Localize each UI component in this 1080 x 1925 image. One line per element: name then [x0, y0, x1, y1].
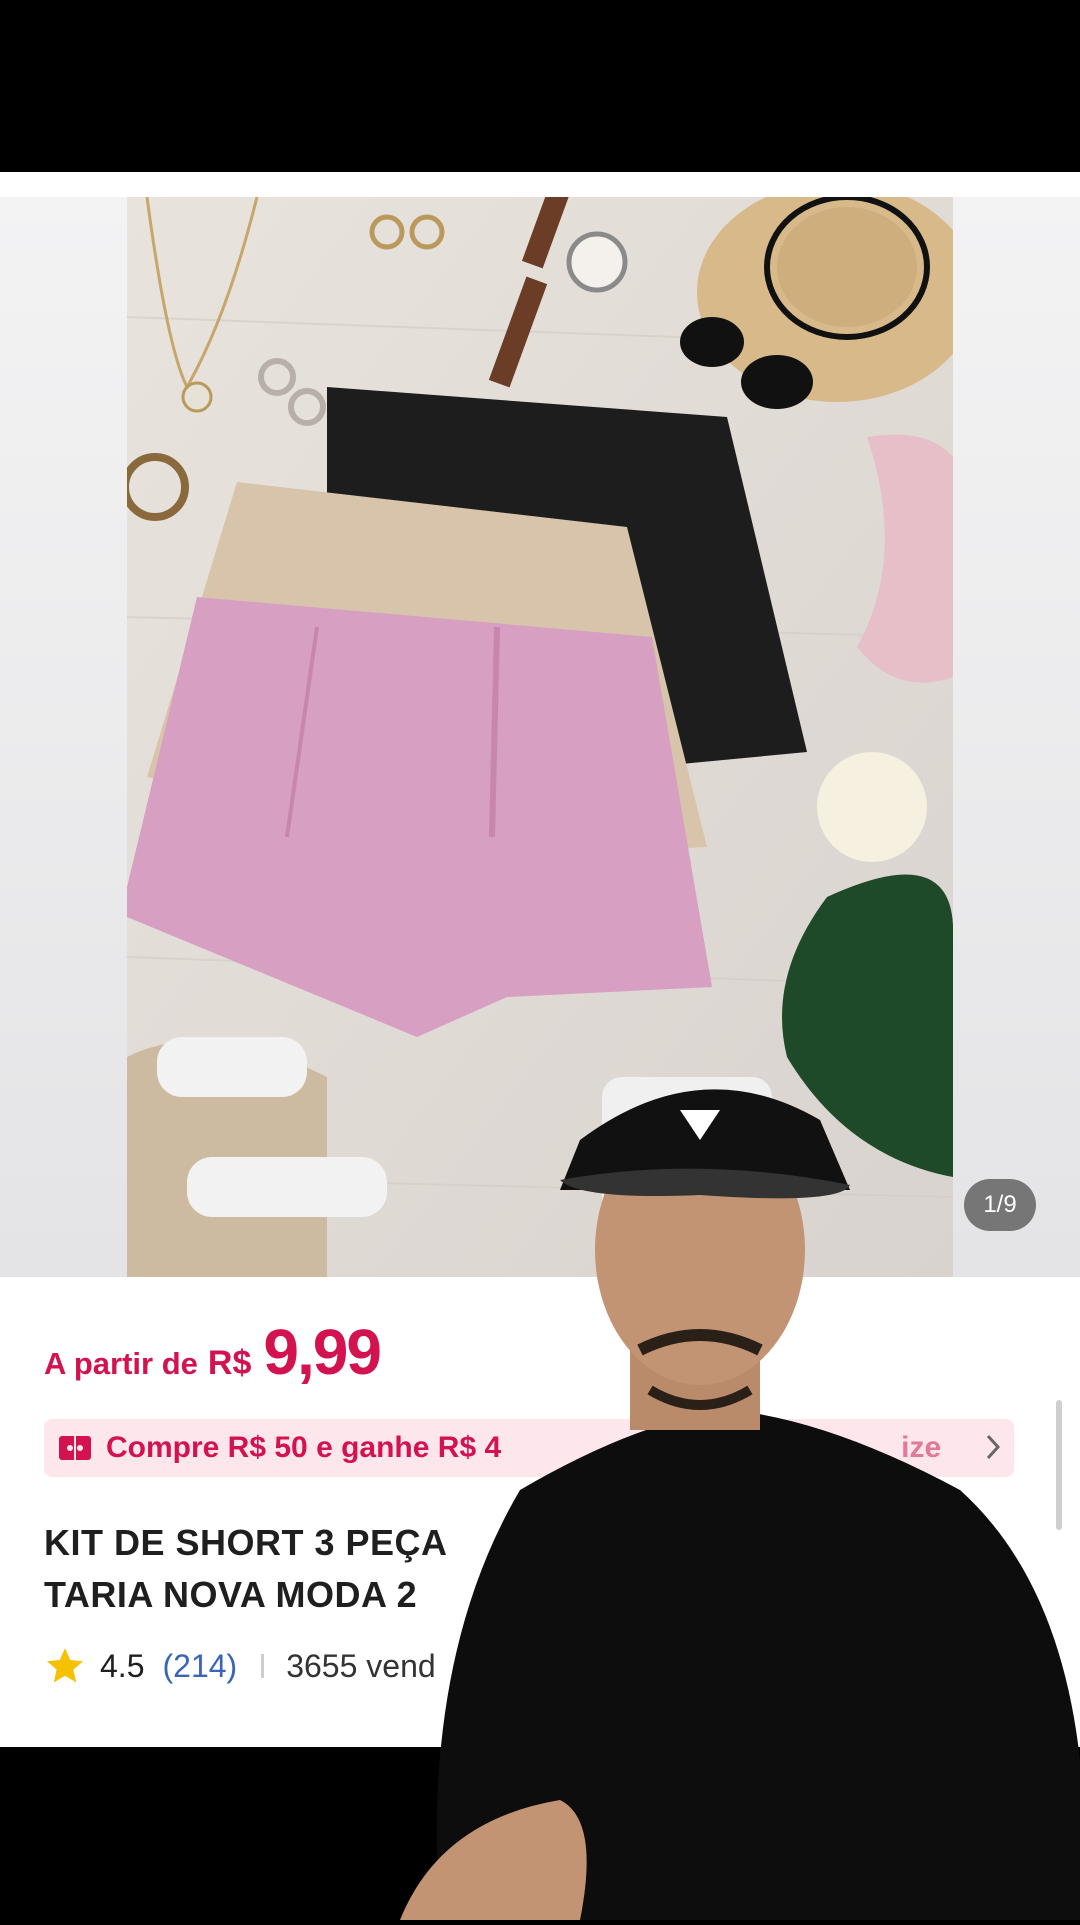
price-prefix: A partir de [44, 1346, 198, 1381]
header-spacer [0, 172, 1080, 197]
divider [261, 1654, 265, 1678]
review-count-link[interactable]: (214) [162, 1648, 237, 1685]
star-icon [46, 1648, 84, 1683]
price-currency: R$ [207, 1344, 252, 1382]
rating-value: 4.5 [100, 1647, 145, 1684]
coupon-icon [59, 1436, 91, 1460]
price-value: 9,99 [263, 1316, 382, 1388]
price-row: A partir de R$ 9,99 [44, 1315, 382, 1389]
top-black-bar [0, 0, 1080, 172]
presenter-overlay [400, 1060, 1080, 1920]
rating-row[interactable]: 4.5 (214) 3655 vend [44, 1645, 436, 1687]
